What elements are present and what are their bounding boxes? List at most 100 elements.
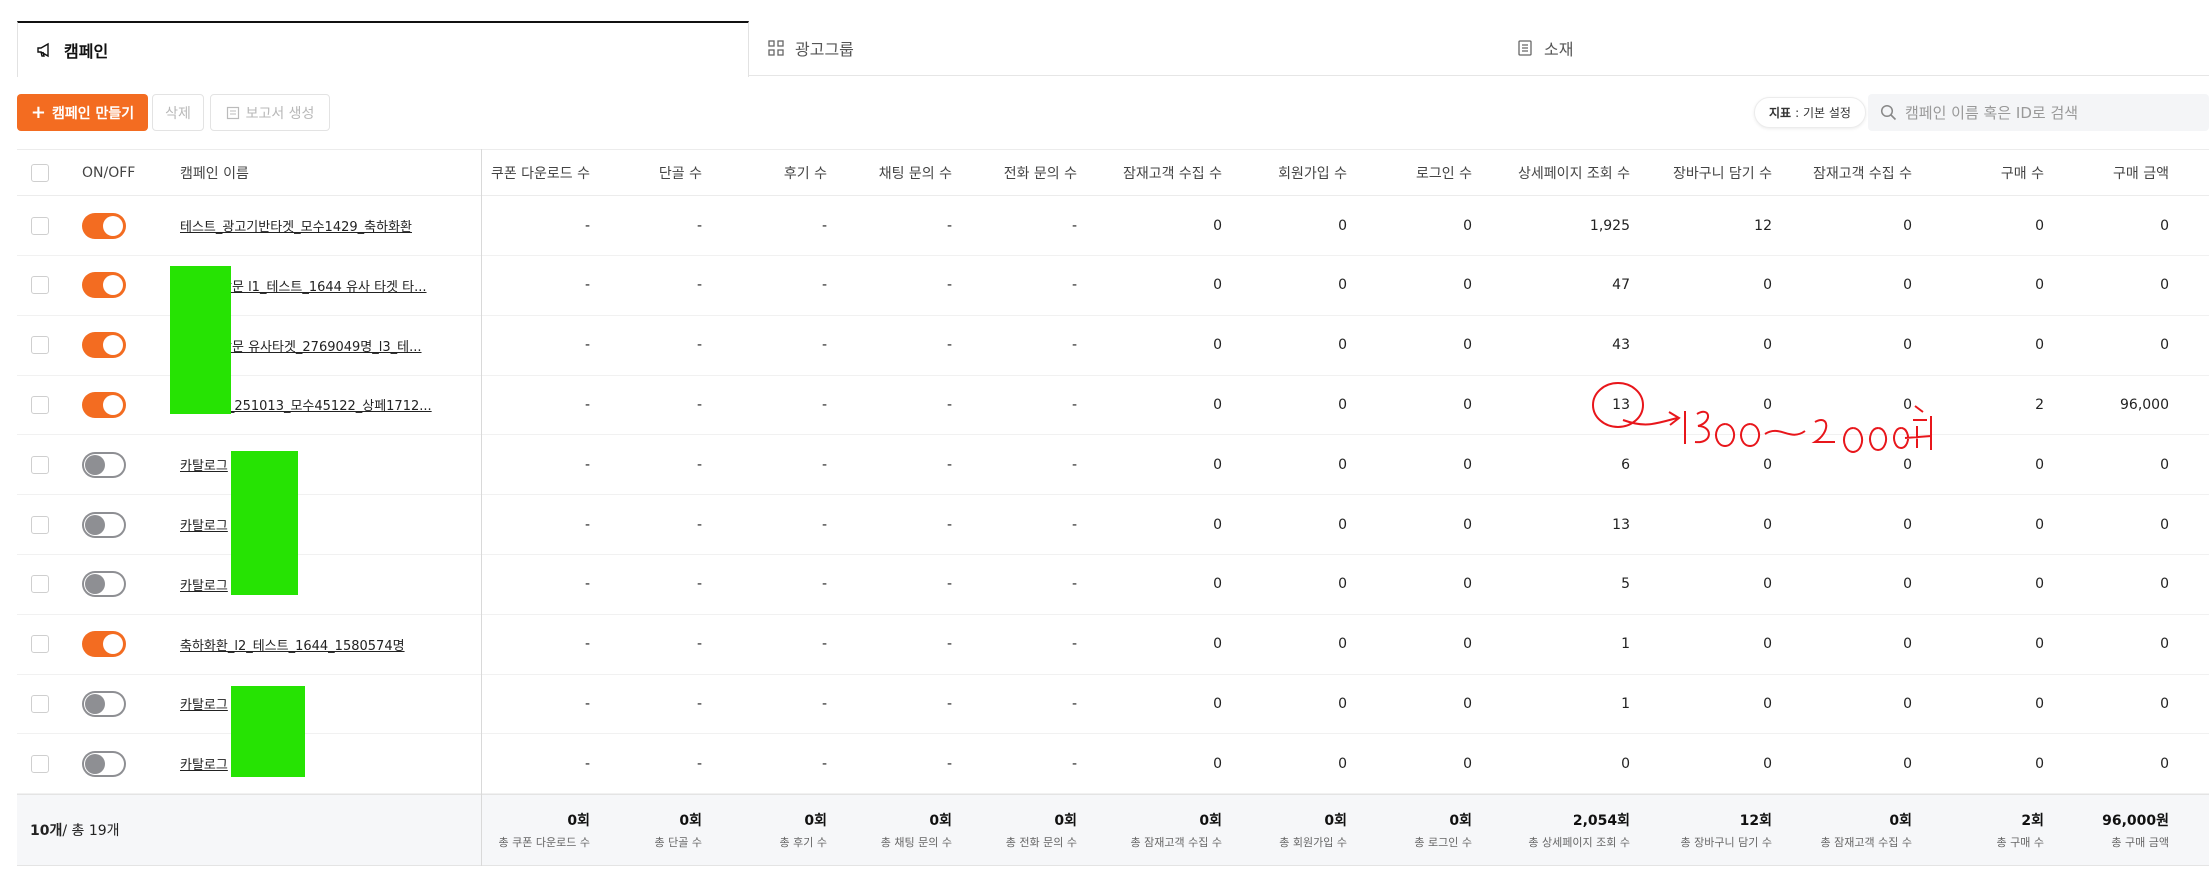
table-footer: 10개 / 총 19개 0회 총 쿠폰 다운로드 수 0회 총 단골 수 0회 총 후기 … <box>17 794 2209 866</box>
campaign-name-link[interactable]: 카탈로그 <box>180 734 228 793</box>
metric-value: : 기본 설정 <box>1795 106 1851 120</box>
metric-cell: 0 <box>2035 576 2044 593</box>
table-row[interactable]: 자사몰 방문 유사타겟_2769049명_l3_테... - - - - -0 0 0 43 0 0… <box>17 316 2209 376</box>
create-campaign-button[interactable]: + 캠페인 만들기 <box>17 94 148 131</box>
metric-cell: - <box>1071 695 1077 712</box>
toggle-on[interactable] <box>82 391 126 418</box>
metric-cell: - <box>584 636 590 653</box>
campaign-name-link[interactable]: 카탈로그 <box>180 495 228 554</box>
metric-cell: 0 <box>1338 576 1347 593</box>
metric-settings-button[interactable]: 지표 : 기본 설정 <box>1754 97 1866 128</box>
metric-cell: 0 <box>1213 576 1222 593</box>
metric-cell: 0 <box>1763 576 1772 593</box>
tab-adgroup[interactable]: 광고그룹 <box>749 21 1498 75</box>
tab-creative[interactable]: 소재 <box>1498 21 2209 75</box>
metric-cell: 0 <box>1621 755 1630 772</box>
row-checkbox[interactable] <box>31 216 49 235</box>
metric-cell: 12 <box>1754 217 1772 234</box>
metric-cell: 0 <box>2160 337 2169 354</box>
table-row[interactable]: 축하화환_l2_테스트_1644_1580574명 - - - - - 0 0 0 1 0 0 0 0 <box>17 615 2209 675</box>
col-campaign-name-header[interactable]: 캠페인 이름 <box>180 150 380 195</box>
table-row[interactable]: 타겟모수_251013_모수45122_상페1712... - - - - -0 0 0 13 0… <box>17 375 2209 436</box>
plus-icon: + <box>30 101 46 123</box>
delete-button[interactable]: 삭제 <box>152 94 204 131</box>
toggle-on[interactable] <box>82 332 126 359</box>
metric-cell: - <box>946 277 952 294</box>
table-row[interactable]: 카탈로그 - - - - - 0 0 0 6 0 0 0 0 <box>17 435 2209 496</box>
frozen-column-divider <box>481 149 482 866</box>
metric-cell: - <box>1071 217 1077 234</box>
campaign-name-link[interactable]: 카탈로그 <box>180 555 228 614</box>
col-onoff-header[interactable]: ON/OFF <box>82 150 192 195</box>
campaign-name-link[interactable]: 카탈로그 <box>180 674 228 733</box>
toggle-off[interactable] <box>82 571 126 598</box>
create-report-button[interactable]: 보고서 생성 <box>210 94 330 131</box>
metric-cell: 0 <box>1463 636 1472 653</box>
toggle-off[interactable] <box>82 750 126 777</box>
grid-icon <box>768 40 784 56</box>
metric-cell: 0 <box>2035 337 2044 354</box>
metric-cell: 0 <box>2035 456 2044 473</box>
metric-cell: 0 <box>1763 516 1772 533</box>
metric-cell: 0 <box>1903 636 1912 653</box>
metric-cell: 0 <box>1213 277 1222 294</box>
toggle-on[interactable] <box>82 272 126 299</box>
select-all-checkbox[interactable] <box>31 163 49 182</box>
campaign-name-link[interactable]: 테스트_광고기반타겟_모수1429_축하화환 <box>180 196 412 255</box>
toggle-off[interactable] <box>82 690 126 717</box>
row-checkbox[interactable] <box>31 754 49 773</box>
search-input[interactable] <box>1905 103 2195 122</box>
row-checkbox[interactable] <box>31 694 49 713</box>
campaign-table: ON/OFF 캠페인 이름 쿠폰 다운로드 수 단골 수 후기 수 채팅 문의 수 전화 문… <box>17 149 2209 866</box>
tab-campaign[interactable]: 캠페인 <box>17 21 749 77</box>
metric-cell: - <box>821 755 827 772</box>
column-header[interactable]: 구매 금액 <box>1989 150 2169 195</box>
metric-cell: 0 <box>1338 695 1347 712</box>
row-checkbox[interactable] <box>31 276 49 295</box>
metric-cell: - <box>696 456 702 473</box>
toggle-on[interactable] <box>82 212 126 239</box>
table-row[interactable]: 카탈로그 - - - - - 0 0 0 1 0 0 0 0 <box>17 674 2209 735</box>
metric-cell: 0 <box>1763 396 1772 413</box>
metric-cell: - <box>584 217 590 234</box>
metric-cell: 0 <box>1338 337 1347 354</box>
metric-cell: - <box>696 695 702 712</box>
metric-cell: - <box>946 576 952 593</box>
row-checkbox[interactable] <box>31 395 49 414</box>
row-checkbox[interactable] <box>31 455 49 474</box>
metric-cell: 5 <box>1621 576 1630 593</box>
metric-cell: 0 <box>2035 636 2044 653</box>
table-row[interactable]: 카탈로그 - - - - - 0 0 0 5 0 0 0 0 <box>17 555 2209 615</box>
row-checkbox[interactable] <box>31 575 49 594</box>
column-header[interactable]: 로그인 수 <box>1292 150 1472 195</box>
toggle-on[interactable] <box>82 631 126 658</box>
table-row[interactable]: 테스트_광고기반타겟_모수1429_축하화환 - - - - - 0 0 0 1,925 12 0 0 0 <box>17 196 2209 256</box>
toggle-off[interactable] <box>82 451 126 478</box>
toggle-off[interactable] <box>82 511 126 538</box>
row-checkbox[interactable] <box>31 515 49 534</box>
metric-cell: 0 <box>1463 217 1472 234</box>
metric-cell: 0 <box>2035 516 2044 533</box>
row-checkbox[interactable] <box>31 336 49 355</box>
metric-cell: 0 <box>1213 636 1222 653</box>
footer-total: 96,000원 총 구매 금액 <box>1989 795 2169 865</box>
table-row[interactable]: 카탈로그 - - - - - 0 0 0 13 0 0 0 0 <box>17 495 2209 555</box>
campaign-tabs: 캠페인 광고그룹 소재 <box>17 21 2209 77</box>
metric-cell: - <box>821 277 827 294</box>
row-checkbox[interactable] <box>31 635 49 654</box>
table-row[interactable]: 카탈로그 - - - - - 0 0 0 0 0 0 0 0 <box>17 734 2209 795</box>
metric-cell: - <box>821 396 827 413</box>
metric-cell: 0 <box>2160 576 2169 593</box>
metric-cell: 0 <box>1338 636 1347 653</box>
metric-key: 지표 <box>1769 106 1792 120</box>
metric-cell: - <box>696 217 702 234</box>
campaign-name-link[interactable]: 축하화환_l2_테스트_1644_1580574명 <box>180 615 405 674</box>
metric-cell: 13 <box>1612 396 1630 413</box>
delete-label: 삭제 <box>165 105 191 122</box>
table-row[interactable]: 자사몰 방문 l1_테스트_1644 유사 타겟 타... - - - - -0 0 0 47 0… <box>17 256 2209 316</box>
search-icon <box>1880 104 1897 121</box>
metric-cell: 0 <box>1338 516 1347 533</box>
metric-cell: 0 <box>1903 337 1912 354</box>
campaign-name-link[interactable]: 카탈로그 <box>180 435 228 494</box>
metric-cell: 0 <box>1463 456 1472 473</box>
